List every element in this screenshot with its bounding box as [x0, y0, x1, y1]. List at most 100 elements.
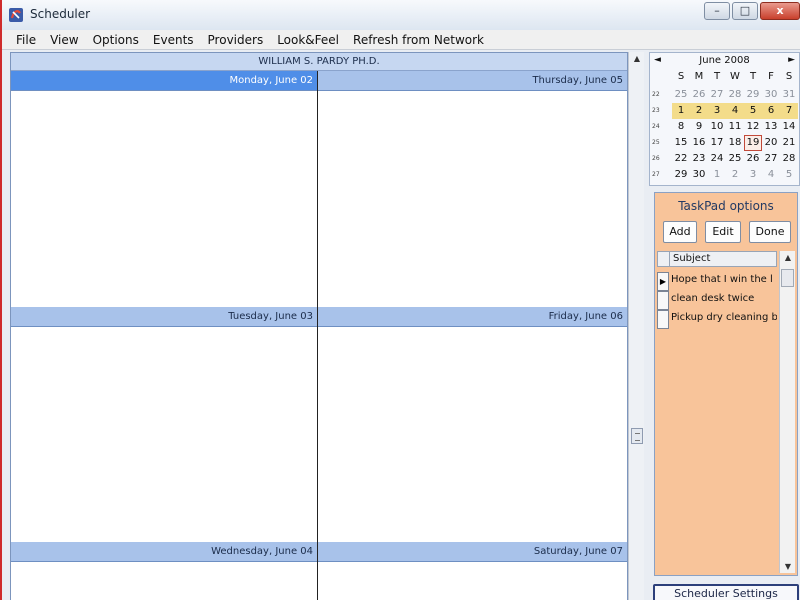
day-cell-thursday[interactable]: [318, 91, 627, 305]
calendar-day[interactable]: 3: [708, 103, 726, 119]
calendar-day[interactable]: 18: [726, 135, 744, 151]
week-number: 25: [652, 139, 660, 146]
calendar-day[interactable]: 27: [762, 151, 780, 167]
calendar-day[interactable]: 11: [726, 119, 744, 135]
calendar-day[interactable]: 13: [762, 119, 780, 135]
day-cell-saturday[interactable]: [318, 562, 627, 600]
calendar-day[interactable]: 22: [672, 151, 690, 167]
calendar-scrollbar[interactable]: ▲: [628, 52, 644, 600]
calendar-day[interactable]: 26: [744, 151, 762, 167]
calendar-day[interactable]: 27: [708, 87, 726, 103]
week-number: 23: [652, 107, 660, 114]
day-header-monday[interactable]: Monday, June 02: [11, 71, 317, 91]
week-number: 27: [652, 171, 660, 178]
menu-file[interactable]: File: [16, 33, 36, 47]
task-subject[interactable]: Pickup dry cleaning b: [671, 312, 777, 323]
weekday-label: W: [730, 71, 740, 82]
calendar-day[interactable]: 23: [690, 151, 708, 167]
day-header-wednesday[interactable]: Wednesday, June 04: [11, 542, 317, 562]
menu-view[interactable]: View: [50, 33, 78, 47]
close-icon: x: [776, 4, 784, 17]
calendar-day[interactable]: 16: [690, 135, 708, 151]
scroll-thumb[interactable]: [631, 428, 643, 444]
calendar-day[interactable]: 1: [708, 167, 726, 183]
calendar-day[interactable]: 8: [672, 119, 690, 135]
calendar-day[interactable]: 1: [672, 103, 690, 119]
task-row[interactable]: clean desk twice: [657, 291, 777, 310]
calendar-day[interactable]: 30: [762, 87, 780, 103]
taskpad-panel: TaskPad options Add Edit Done Subject ▶ …: [654, 192, 798, 576]
calendar-day[interactable]: 31: [780, 87, 798, 103]
next-month-icon[interactable]: ►: [788, 55, 795, 65]
close-button[interactable]: x: [760, 2, 800, 20]
task-list-scrollbar[interactable]: ▲ ▼: [779, 251, 795, 573]
menu-refresh-from-network[interactable]: Refresh from Network: [353, 33, 484, 47]
calendar-day[interactable]: 5: [744, 103, 762, 119]
calendar-day[interactable]: 30: [690, 167, 708, 183]
calendar-day[interactable]: 21: [780, 135, 798, 151]
scheduler-window: Scheduler – □ x File View Options Events…: [0, 0, 800, 600]
calendar-day[interactable]: 14: [780, 119, 798, 135]
day-cell-wednesday[interactable]: [11, 562, 317, 600]
row-selector[interactable]: [657, 310, 669, 329]
calendar-day[interactable]: 28: [780, 151, 798, 167]
week-number: 26: [652, 155, 660, 162]
task-subject[interactable]: clean desk twice: [671, 293, 777, 304]
taskpad-title: TaskPad options: [678, 199, 774, 213]
day-header-friday[interactable]: Friday, June 06: [318, 307, 627, 327]
done-task-button[interactable]: Done: [749, 221, 791, 243]
calendar-day[interactable]: 15: [672, 135, 690, 151]
scroll-down-icon[interactable]: ▼: [780, 562, 796, 571]
calendar-day[interactable]: 25: [726, 151, 744, 167]
scroll-thumb[interactable]: [781, 269, 794, 287]
day-header-tuesday[interactable]: Tuesday, June 03: [11, 307, 317, 327]
day-cell-monday[interactable]: [11, 91, 317, 305]
task-subject[interactable]: Hope that I win the l: [671, 274, 777, 285]
day-header-saturday[interactable]: Saturday, June 07: [318, 542, 627, 562]
minimize-button[interactable]: –: [704, 2, 730, 20]
add-task-button[interactable]: Add: [663, 221, 697, 243]
task-row[interactable]: ▶ Hope that I win the l: [657, 272, 777, 291]
row-selector[interactable]: [657, 291, 669, 310]
calendar-day[interactable]: 4: [726, 103, 744, 119]
provider-header[interactable]: WILLIAM S. PARDY PH.D.: [11, 53, 627, 71]
calendar-day[interactable]: 26: [690, 87, 708, 103]
day-cell-tuesday[interactable]: [11, 327, 317, 541]
scroll-up-icon[interactable]: ▲: [780, 253, 796, 262]
menu-options[interactable]: Options: [93, 33, 139, 47]
menu-events[interactable]: Events: [153, 33, 194, 47]
calendar-day[interactable]: 17: [708, 135, 726, 151]
edit-task-button[interactable]: Edit: [705, 221, 741, 243]
calendar-day[interactable]: 24: [708, 151, 726, 167]
calendar-day[interactable]: 25: [672, 87, 690, 103]
menu-look-and-feel[interactable]: Look&Feel: [277, 33, 339, 47]
day-cell-friday[interactable]: [318, 327, 627, 541]
calendar-day[interactable]: 19: [744, 135, 762, 151]
calendar-day[interactable]: 6: [762, 103, 780, 119]
calendar-day[interactable]: 28: [726, 87, 744, 103]
calendar-day[interactable]: 7: [780, 103, 798, 119]
scheduler-settings-button[interactable]: Scheduler Settings: [653, 584, 799, 600]
calendar-day[interactable]: 2: [690, 103, 708, 119]
weekday-label: M: [694, 71, 704, 82]
task-row[interactable]: Pickup dry cleaning b: [657, 310, 777, 329]
calendar-day[interactable]: 10: [708, 119, 726, 135]
calendar-day[interactable]: 29: [672, 167, 690, 183]
weekday-label: S: [677, 71, 685, 82]
weekday-labels: S M T W T F S: [672, 71, 799, 85]
subject-column-header[interactable]: Subject: [673, 253, 710, 264]
calendar-day[interactable]: 4: [762, 167, 780, 183]
calendar-day[interactable]: 9: [690, 119, 708, 135]
calendar-day[interactable]: 29: [744, 87, 762, 103]
day-header-thursday[interactable]: Thursday, June 05: [318, 71, 627, 91]
calendar-day[interactable]: 5: [780, 167, 798, 183]
menu-providers[interactable]: Providers: [208, 33, 264, 47]
calendar-day[interactable]: 2: [726, 167, 744, 183]
calendar-day[interactable]: 20: [762, 135, 780, 151]
scroll-up-icon[interactable]: ▲: [629, 54, 645, 63]
maximize-button[interactable]: □: [732, 2, 758, 20]
calendar-day[interactable]: 12: [744, 119, 762, 135]
scheduler-app-icon: [9, 8, 23, 22]
task-list-header: Subject: [657, 251, 777, 267]
calendar-day[interactable]: 3: [744, 167, 762, 183]
